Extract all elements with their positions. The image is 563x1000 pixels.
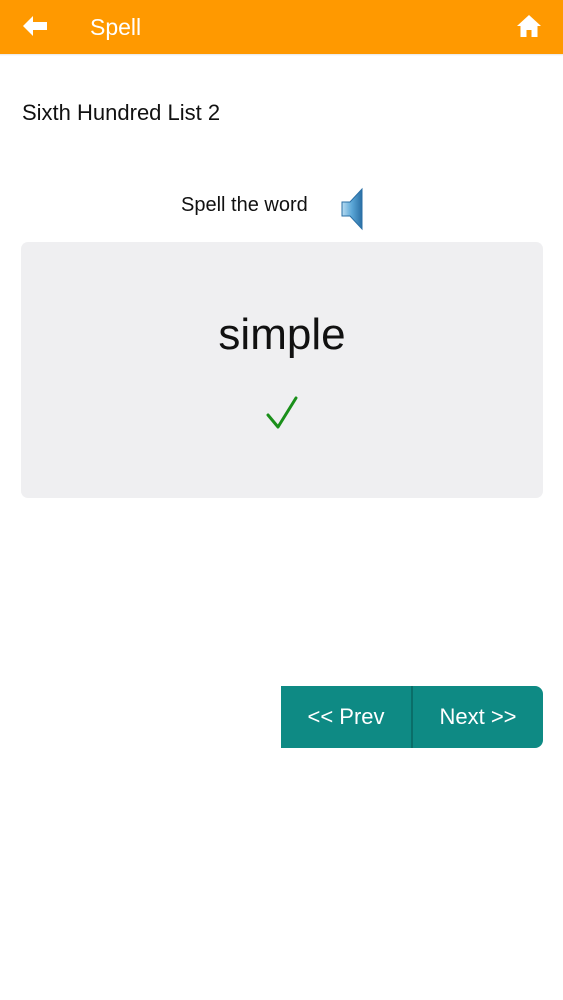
page-title: Spell xyxy=(90,14,142,40)
list-title: Sixth Hundred List 2 xyxy=(22,100,221,125)
prompt-text: Spell the word xyxy=(181,194,308,216)
prev-button[interactable]: << Prev xyxy=(281,686,413,748)
spelled-word: simple xyxy=(218,310,346,359)
home-icon xyxy=(517,15,541,37)
word-card: simple xyxy=(21,242,543,498)
speaker-button[interactable] xyxy=(338,186,368,232)
next-button[interactable]: Next >> xyxy=(413,686,543,748)
speaker-icon xyxy=(341,187,363,231)
app-screen: Spell Sixth Hundred List 2 Spell the wor… xyxy=(0,0,563,1000)
back-button[interactable] xyxy=(18,10,52,42)
home-button[interactable] xyxy=(513,10,545,42)
back-arrow-icon xyxy=(23,16,47,36)
top-bar: Spell xyxy=(0,0,563,56)
checkmark-icon xyxy=(266,396,298,429)
navigation-buttons: << Prev Next >> xyxy=(281,686,543,748)
prompt-row: Spell the word xyxy=(0,186,563,232)
